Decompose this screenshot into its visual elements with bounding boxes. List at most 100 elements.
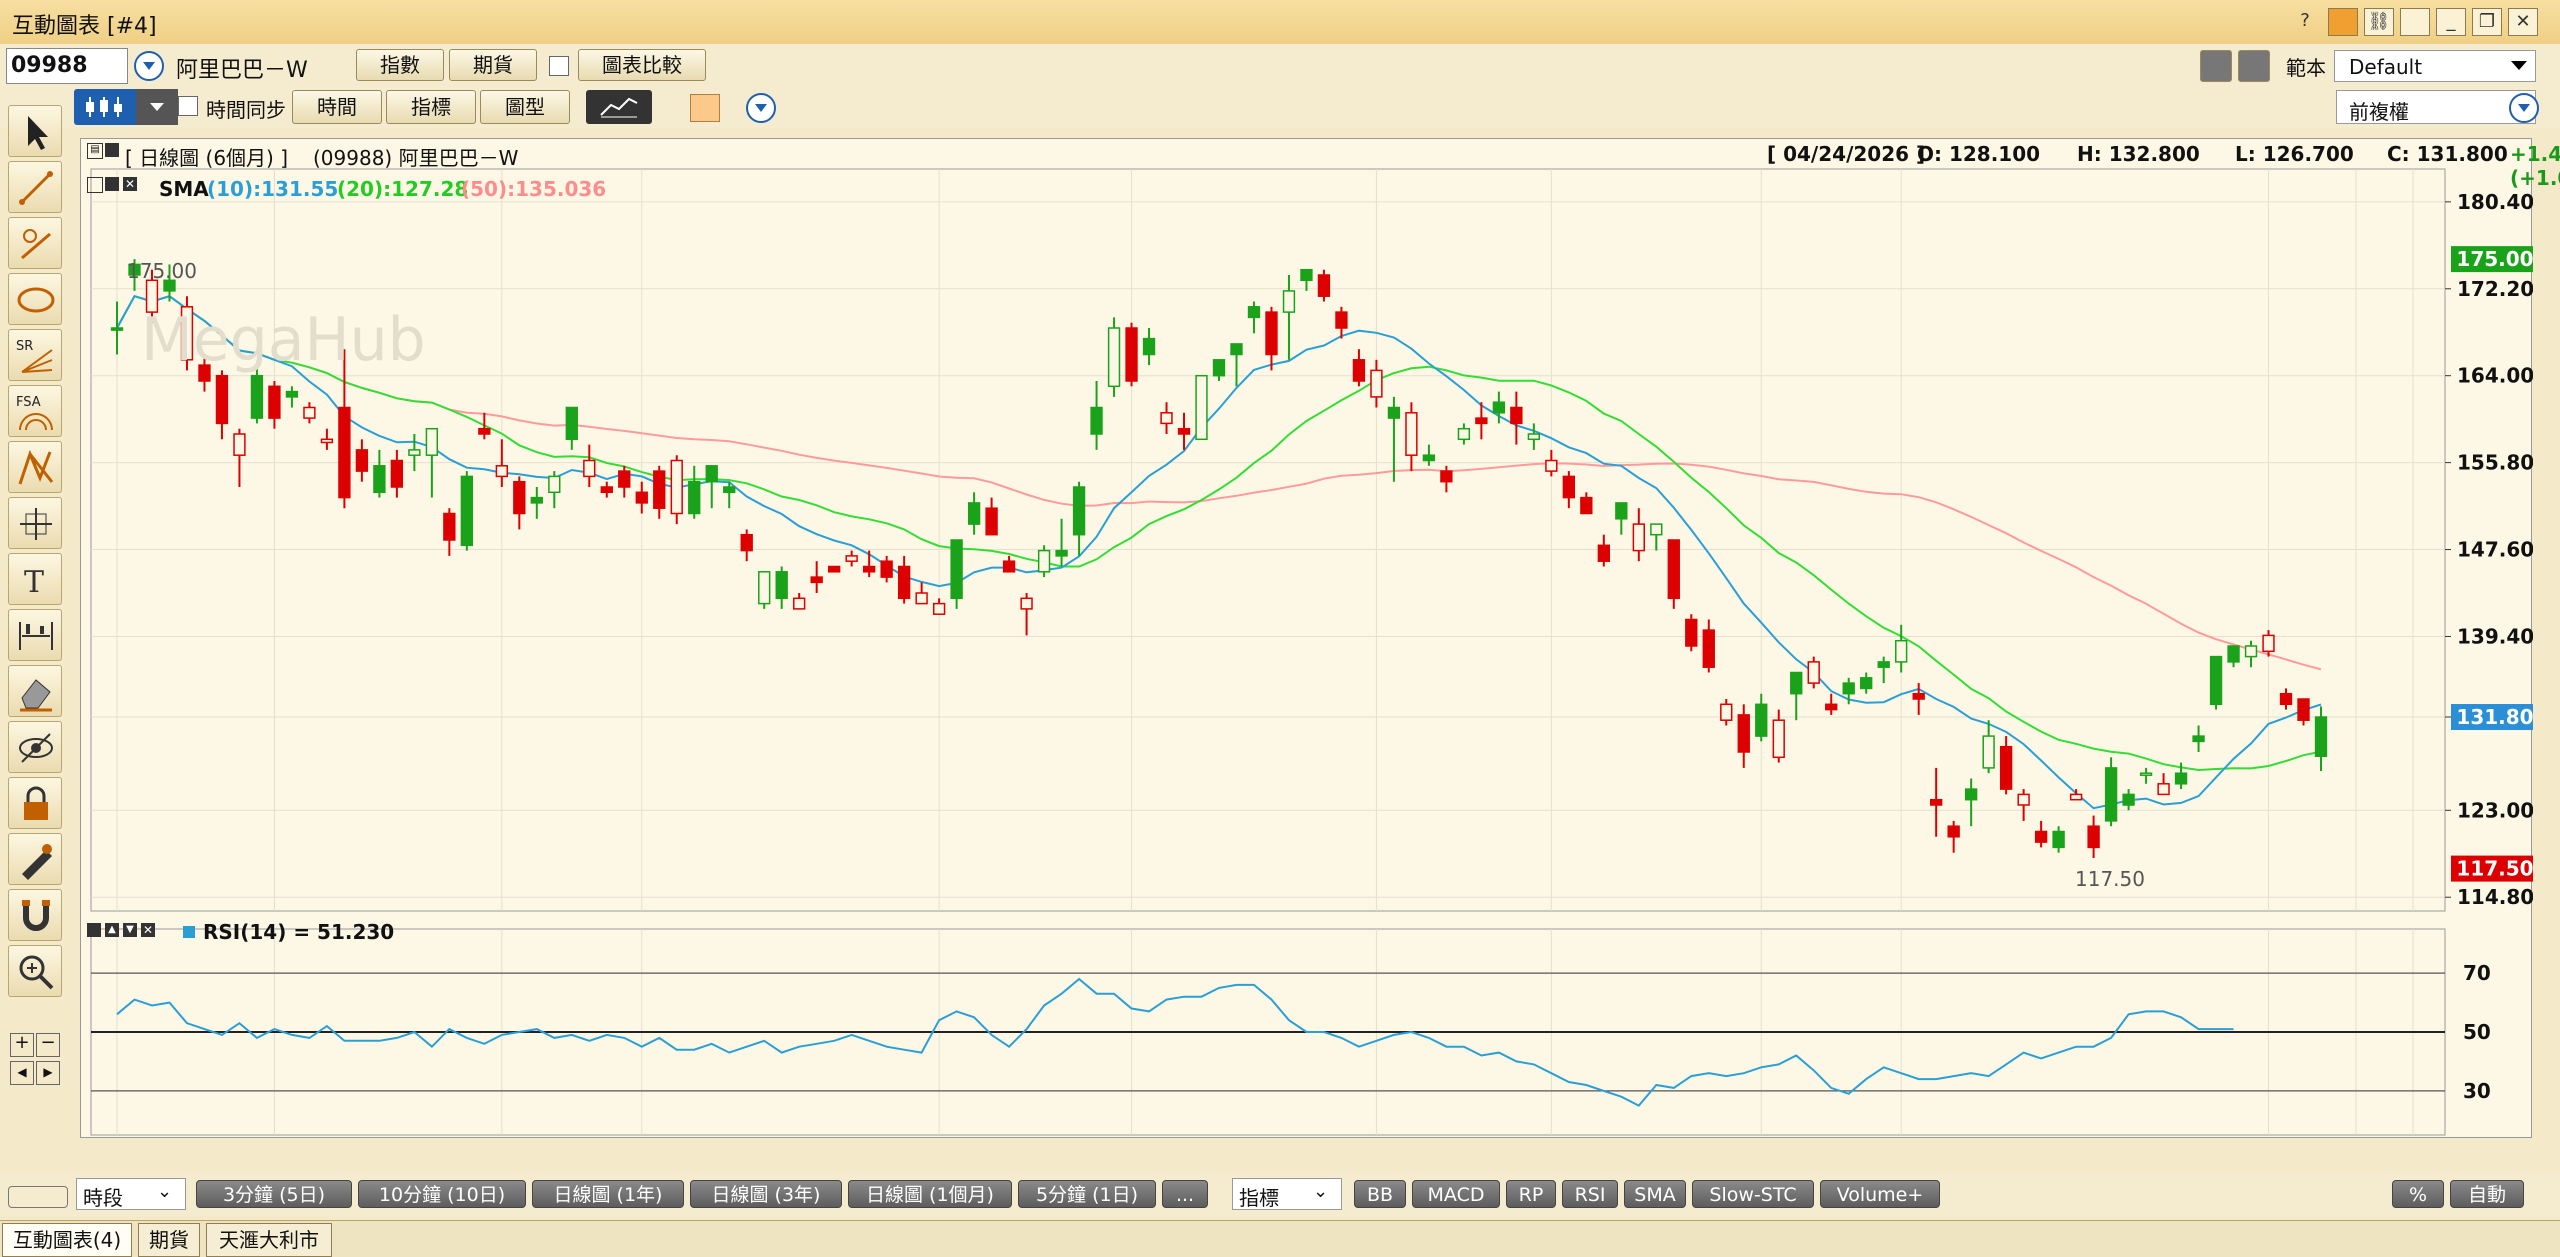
scroll-left-icon[interactable]: ◀ [10, 1061, 34, 1085]
period-button[interactable]: 日線圖 (1個月) [848, 1180, 1012, 1208]
close-icon[interactable]: ✕ [2508, 8, 2538, 36]
percent-button[interactable]: % [2392, 1180, 2444, 1208]
alert-line-icon[interactable] [8, 217, 62, 269]
adjust-select[interactable]: 前複權 [2336, 90, 2539, 124]
move-down-icon[interactable]: ▼ [123, 923, 137, 937]
template-label: 範本 [2286, 56, 2326, 80]
collapse-icon[interactable]: ▤ [87, 143, 103, 159]
period-select[interactable]: 時段 ⌄ [76, 1178, 186, 1210]
futures-button[interactable]: 期貨 [449, 49, 537, 81]
settings-icon[interactable] [87, 177, 103, 193]
time-sync-checkbox[interactable] [178, 96, 198, 116]
hide-icon[interactable] [8, 721, 62, 773]
crosshair-icon[interactable] [8, 497, 62, 549]
indicator-shortcut-button[interactable]: MACD [1412, 1180, 1500, 1208]
lock-icon[interactable] [8, 777, 62, 829]
candle [1755, 703, 1768, 737]
zoom-in-icon[interactable]: + [10, 1033, 34, 1057]
color-dropdown-icon[interactable] [746, 93, 776, 123]
edit-icon[interactable] [87, 923, 101, 937]
measure-icon[interactable] [8, 609, 62, 661]
period-button[interactable]: 5分鐘 (1日) [1018, 1180, 1156, 1208]
period-button[interactable]: 日線圖 (1年) [532, 1180, 684, 1208]
period-button[interactable]: 日線圖 (3年) [690, 1180, 842, 1208]
save-icon[interactable] [2200, 50, 2232, 82]
blank-window-icon[interactable] [2400, 8, 2430, 36]
indicator-select[interactable]: 指標 ⌄ [1232, 1178, 1342, 1210]
remove-icon[interactable]: ✕ [123, 177, 137, 191]
text-icon[interactable]: T [8, 553, 62, 605]
candle [2034, 830, 2048, 843]
candle [1317, 274, 1331, 297]
period-button[interactable]: ... [1162, 1180, 1208, 1208]
candle [1475, 417, 1488, 425]
candle [2192, 735, 2205, 743]
chart-type-button[interactable]: 圖型 [480, 90, 570, 124]
candle [2279, 692, 2293, 706]
pitchfork-icon[interactable] [8, 441, 62, 493]
eraser-icon[interactable] [8, 665, 62, 717]
symbol-dropdown-icon[interactable] [134, 51, 164, 81]
zoom-icon[interactable] [8, 945, 62, 997]
toggle-icon[interactable] [8, 1186, 68, 1208]
index-button[interactable]: 指數 [356, 49, 444, 81]
candle [478, 427, 491, 435]
tab-market[interactable]: 天滙大利市 [206, 1223, 332, 1257]
support-resistance-icon[interactable]: SR [8, 329, 62, 381]
edit-icon[interactable] [105, 143, 119, 157]
candle [1247, 306, 1261, 319]
color-swatch[interactable] [690, 94, 720, 122]
grid-icon[interactable] [2328, 8, 2358, 36]
remove-icon[interactable]: ✕ [141, 923, 155, 937]
trendline-icon[interactable] [8, 161, 62, 213]
move-up-icon[interactable]: ▲ [105, 923, 119, 937]
link-icon[interactable]: ⛓ [2364, 8, 2394, 36]
period-button[interactable]: 3分鐘 (5日) [196, 1180, 352, 1208]
minimize-icon[interactable]: _ [2436, 8, 2466, 36]
indicator-shortcut-button[interactable]: Slow-STC [1692, 1180, 1814, 1208]
indicator-shortcut-button[interactable]: Volume+ [1820, 1180, 1940, 1208]
print-icon[interactable] [2238, 50, 2270, 82]
compare-button[interactable]: 圖表比較 [578, 49, 706, 81]
symbol-input[interactable]: 09988 [6, 48, 128, 84]
indicator-shortcut-button[interactable]: RP [1506, 1180, 1556, 1208]
compare-checkbox[interactable] [549, 56, 569, 76]
scroll-right-icon[interactable]: ▶ [36, 1061, 60, 1085]
candle [268, 385, 281, 419]
candle [2139, 772, 2153, 776]
tab-futures[interactable]: 期貨 [138, 1223, 200, 1257]
indicator-button[interactable]: 指標 [386, 90, 476, 124]
candle [425, 427, 439, 456]
period-button[interactable]: 10分鐘 (10日) [358, 1180, 526, 1208]
pen-icon[interactable] [8, 833, 62, 885]
candle [950, 539, 963, 600]
time-button[interactable]: 時間 [292, 90, 382, 124]
y-tick-label: 123.00 [2457, 798, 2533, 822]
bar-close: C: 131.800 [2387, 142, 2508, 166]
chart-panel[interactable]: 1111/131212/110101/140202/120303/120404/… [80, 138, 2560, 1139]
chart-style-selector[interactable] [74, 89, 178, 125]
indicator-shortcut-button[interactable]: BB [1354, 1180, 1406, 1208]
price-chart[interactable]: 1111/131212/110101/140202/120303/120404/… [81, 139, 2533, 1139]
chevron-down-icon [150, 103, 164, 111]
auto-button[interactable]: 自動 [2450, 1180, 2524, 1208]
candle [1895, 639, 1908, 663]
pointer-icon[interactable] [8, 105, 62, 157]
magnet-icon[interactable] [8, 889, 62, 941]
zoom-out-icon[interactable]: − [36, 1033, 60, 1057]
price-badge-label: 117.50 [2456, 857, 2533, 881]
fsa-icon[interactable]: FSA [8, 385, 62, 437]
watermark: MegaHub [141, 305, 426, 375]
candle [1055, 549, 1068, 557]
tab-chart[interactable]: 互動圖表(4) [2, 1223, 132, 1257]
edit-icon[interactable] [105, 177, 119, 191]
help-icon[interactable]: ? [2290, 8, 2320, 36]
line-chart-icon[interactable] [586, 90, 652, 124]
candle [618, 470, 631, 488]
restore-icon[interactable]: ❐ [2472, 8, 2502, 36]
indicator-shortcut-button[interactable]: RSI [1562, 1180, 1618, 1208]
indicator-shortcut-button[interactable]: SMA [1624, 1180, 1686, 1208]
ellipse-icon[interactable] [8, 273, 62, 325]
template-select[interactable]: Default [2334, 50, 2536, 82]
chart-symbol: (09988) 阿里巴巴－W [313, 146, 519, 170]
